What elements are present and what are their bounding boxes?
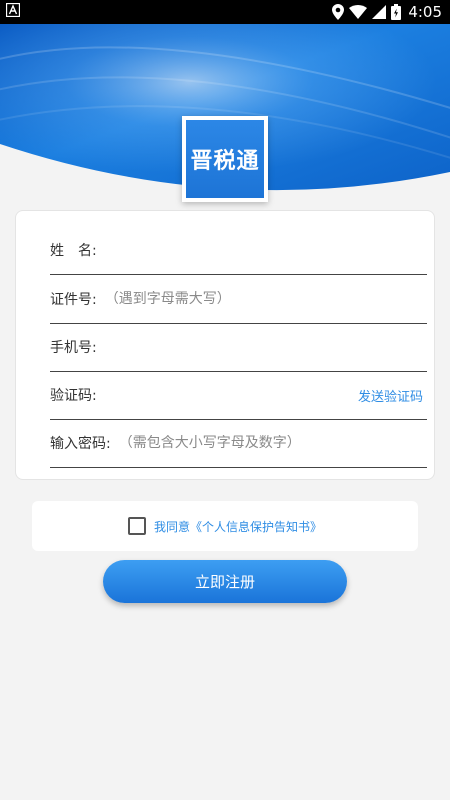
status-right: 4:05 bbox=[332, 3, 442, 21]
agreement-checkbox[interactable] bbox=[127, 517, 146, 535]
name-row: 姓 名: bbox=[50, 226, 427, 275]
password-input[interactable] bbox=[118, 435, 427, 451]
app-logo-text: 晋税通 bbox=[186, 120, 264, 198]
registration-form: 姓 名: 证件号: 手机号: 验证码: 发送验证码 输入密码: bbox=[15, 210, 435, 480]
phone-input[interactable] bbox=[104, 339, 427, 355]
status-left bbox=[5, 2, 21, 21]
send-code-button[interactable]: 发送验证码 bbox=[358, 386, 423, 405]
password-label: 输入密码: bbox=[50, 436, 111, 452]
name-label: 姓 名: bbox=[50, 243, 97, 259]
phone-label: 手机号: bbox=[50, 340, 97, 356]
id-number-row: 证件号: bbox=[50, 275, 427, 324]
id-number-label: 证件号: bbox=[50, 292, 97, 308]
app-notification-icon bbox=[5, 2, 21, 21]
name-input[interactable] bbox=[104, 242, 427, 258]
status-time: 4:05 bbox=[408, 3, 442, 21]
verify-code-input[interactable] bbox=[104, 387, 358, 403]
wifi-icon bbox=[349, 5, 368, 19]
verify-code-row: 验证码: 发送验证码 bbox=[50, 371, 427, 420]
id-number-input[interactable] bbox=[104, 291, 427, 307]
password-row: 输入密码: bbox=[50, 419, 427, 468]
signal-icon bbox=[372, 5, 387, 19]
status-bar: 4:05 bbox=[0, 0, 450, 24]
app-logo: 晋税通 bbox=[182, 116, 268, 202]
register-button[interactable]: 立即注册 bbox=[103, 560, 347, 603]
phone-row: 手机号: bbox=[50, 323, 427, 372]
verify-code-label: 验证码: bbox=[50, 388, 97, 404]
agreement-card: 我同意《个人信息保护告知书》 bbox=[32, 501, 418, 551]
location-icon bbox=[332, 4, 345, 20]
agreement-link[interactable]: 我同意《个人信息保护告知书》 bbox=[154, 518, 322, 535]
battery-icon bbox=[391, 4, 402, 20]
